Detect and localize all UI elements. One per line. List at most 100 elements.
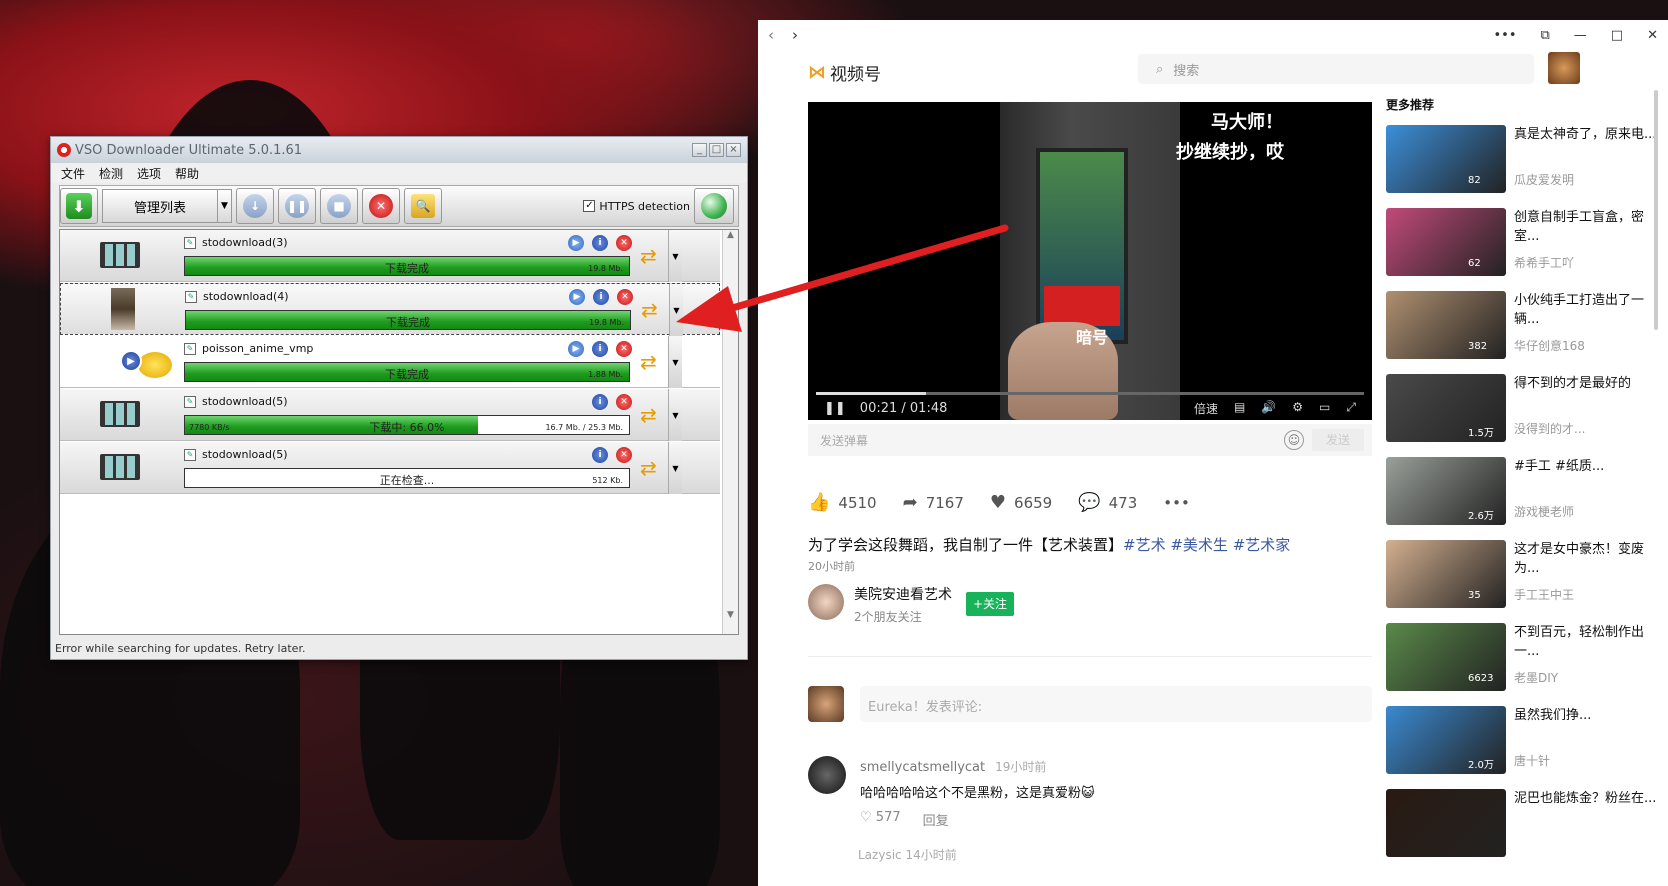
download-row[interactable]: ✎ stodownload(5) i ✕ 正在检查... 512 Kb. ⇄ ▼ (60, 442, 720, 494)
row-dropdown[interactable]: ▼ (668, 442, 682, 494)
card-thumbnail[interactable] (1386, 208, 1506, 276)
card-author[interactable]: 瓜皮爱发明 (1514, 171, 1574, 188)
card-title[interactable]: 泥巴也能炼金？粉丝在... (1514, 789, 1662, 808)
card-title[interactable]: 得不到的才是最好的 (1514, 374, 1662, 393)
recommend-card[interactable]: 6623 不到百元，轻松制作出一... 老墨DIY (1386, 623, 1668, 706)
row-dropdown[interactable]: ▼ (669, 284, 683, 336)
convert-icon[interactable]: ⇄ (641, 298, 665, 322)
convert-icon[interactable]: ⇄ (640, 403, 664, 427)
card-title[interactable]: 虽然我们挣... (1514, 706, 1662, 725)
video-progress[interactable] (816, 392, 1364, 395)
vso-titlebar[interactable]: VSO Downloader Ultimate 5.0.1.61 _ □ × (51, 137, 747, 163)
remove-icon[interactable]: ✕ (616, 341, 632, 357)
card-author[interactable]: 手工王中王 (1514, 586, 1574, 603)
row-dropdown[interactable]: ▼ (668, 336, 682, 388)
card-author[interactable]: 老墨DIY (1514, 669, 1558, 686)
download-row[interactable]: ✎ stodownload(3) ▶ i ✕ 下载完成 19.8 Mb. ⇄ ▼ (60, 230, 720, 282)
download-row[interactable]: ✎ stodownload(5) i ✕ 7780 KB/s 下载中: 66.0% 16… (60, 389, 720, 441)
like-button[interactable]: 👍 4510 (808, 492, 877, 513)
minimize-button[interactable]: _ (692, 143, 707, 157)
menu-detect[interactable]: 检测 (99, 165, 123, 182)
card-thumbnail[interactable] (1386, 789, 1506, 857)
edit-icon[interactable]: ✎ (185, 290, 197, 303)
commenter-avatar[interactable] (808, 756, 846, 794)
info-icon[interactable]: i (593, 289, 609, 305)
edit-icon[interactable]: ✎ (184, 236, 196, 249)
recommend-card[interactable]: 62 创意自制手工盲盒，密室... 希希手工吖 (1386, 208, 1668, 291)
close-button[interactable]: × (726, 143, 741, 157)
recommend-card[interactable]: 1.5万 得不到的才是最好的 没得到的才... (1386, 374, 1668, 457)
desc-tags[interactable]: #艺术 #美术生 #艺术家 (1123, 536, 1290, 554)
comment-button[interactable]: 💬 473 (1078, 492, 1137, 513)
recommend-card[interactable]: 泥巴也能炼金？粉丝在... (1386, 789, 1668, 872)
download-row[interactable]: ▶ ✎ poisson_anime_vmp ▶ i ✕ 下载完成 1.88 Mb. ⇄ … (60, 336, 720, 388)
video-player[interactable]: 暗号 马大师！ 抄继续抄，哎 ❚❚ 00:21 / 01:48 倍速 ▤ 🔊 ⚙ ▭ ⤢ (808, 102, 1372, 420)
checkbox-icon[interactable]: ✓ (583, 200, 596, 212)
globe-button[interactable] (694, 188, 734, 224)
channels-logo[interactable]: ⋈ 视频号 (808, 60, 881, 85)
danmu-icon[interactable]: ▤ (1234, 400, 1245, 417)
user-avatar[interactable] (1548, 52, 1580, 84)
remove-icon[interactable]: ✕ (617, 289, 633, 305)
card-title[interactable]: 真是太神奇了，原来电... (1514, 125, 1662, 144)
search-input[interactable]: ⌕ 搜索 (1138, 54, 1534, 84)
card-author[interactable]: 华仔创意168 (1514, 337, 1585, 354)
more-icon[interactable]: ••• (1493, 28, 1516, 43)
list-manager-combo[interactable]: 管理列表 ▼ (102, 189, 232, 223)
settings-icon[interactable]: ⚙ (1292, 400, 1303, 417)
speed-button[interactable]: 倍速 (1194, 400, 1218, 417)
pip-icon[interactable]: ▭ (1319, 400, 1330, 417)
info-icon[interactable]: i (592, 235, 608, 251)
pause-button[interactable]: ❚❚ (278, 188, 316, 224)
open-folder-button[interactable]: 🔍 (404, 188, 442, 224)
remove-icon[interactable]: ✕ (616, 394, 632, 410)
reply-button[interactable]: 回复 (923, 810, 949, 829)
info-icon[interactable]: i (592, 447, 608, 463)
card-title[interactable]: 不到百元，轻松制作出一... (1514, 623, 1662, 661)
remove-icon[interactable]: ✕ (616, 447, 632, 463)
recommend-card[interactable]: 35 这才是女中豪杰！变废为... 手工王中王 (1386, 540, 1668, 623)
info-icon[interactable]: i (592, 341, 608, 357)
maximize-icon[interactable]: □ (1611, 28, 1623, 43)
danmu-send-button[interactable]: 发送 (1312, 429, 1364, 451)
card-thumbnail[interactable] (1386, 125, 1506, 193)
delete-button[interactable]: ✕ (362, 188, 400, 224)
edit-icon[interactable]: ✎ (184, 448, 196, 461)
close-icon[interactable]: ✕ (1647, 28, 1658, 43)
fullscreen-icon[interactable]: ⤢ (1346, 400, 1356, 417)
card-title[interactable]: 小伙纯手工打造出了一辆... (1514, 291, 1662, 329)
card-title[interactable]: #手工 #纸质... (1514, 457, 1662, 476)
comment-input[interactable]: Eureka！发表评论: (860, 686, 1372, 722)
author-name[interactable]: 美院安迪看艺术 (854, 584, 952, 604)
page-scrollbar[interactable] (1654, 90, 1658, 330)
commenter-name[interactable]: smellycatsmellycat (860, 760, 985, 775)
row-dropdown[interactable]: ▼ (668, 230, 682, 282)
card-title[interactable]: 这才是女中豪杰！变废为... (1514, 540, 1662, 578)
recommend-card[interactable]: 2.6万 #手工 #纸质... 游戏梗老师 (1386, 457, 1668, 540)
emoji-icon[interactable]: ☺ (1284, 430, 1304, 450)
play-icon[interactable]: ▶ (568, 235, 584, 251)
edit-icon[interactable]: ✎ (184, 395, 196, 408)
comment-like-button[interactable]: ♡ 577 (860, 810, 901, 829)
info-icon[interactable]: i (592, 394, 608, 410)
card-thumbnail[interactable] (1386, 540, 1506, 608)
edit-icon[interactable]: ✎ (184, 342, 196, 355)
recommend-card[interactable]: 82 真是太神奇了，原来电... 瓜皮爱发明 (1386, 125, 1668, 208)
convert-icon[interactable]: ⇄ (640, 350, 664, 374)
https-detection-toggle[interactable]: ✓ HTTPS detection (583, 200, 690, 213)
follow-button[interactable]: +关注 (966, 592, 1014, 616)
card-title[interactable]: 创意自制手工盲盒，密室... (1514, 208, 1662, 246)
minimize-icon[interactable]: — (1574, 28, 1587, 43)
recommend-card[interactable]: 2.0万 虽然我们挣... 唐十针 (1386, 706, 1668, 789)
danmu-input[interactable]: 发送弹幕 ☺ 发送 (808, 424, 1372, 456)
more-button[interactable]: ••• (1163, 492, 1190, 513)
row-dropdown[interactable]: ▼ (668, 389, 682, 441)
menu-help[interactable]: 帮助 (175, 165, 199, 182)
card-author[interactable]: 没得到的才... (1514, 420, 1585, 437)
pin-icon[interactable]: ⧉ (1541, 28, 1550, 43)
play-icon[interactable]: ▶ (569, 289, 585, 305)
convert-icon[interactable]: ⇄ (640, 244, 664, 268)
card-author[interactable]: 唐十针 (1514, 752, 1550, 769)
pause-icon[interactable]: ❚❚ (824, 401, 846, 416)
card-thumbnail[interactable] (1386, 291, 1506, 359)
